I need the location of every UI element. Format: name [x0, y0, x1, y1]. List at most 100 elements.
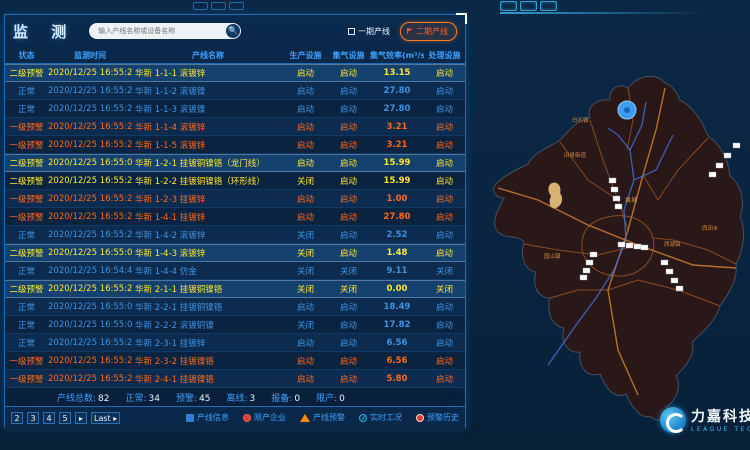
cell-time: 2020/12/25 16:55:24 — [48, 140, 132, 150]
white-marker[interactable] — [618, 242, 625, 247]
cell-time: 2020/12/25 16:55:24 — [48, 338, 132, 348]
white-marker[interactable] — [586, 260, 593, 265]
table-row[interactable]: 正常2020/12/25 16:55:24华新 2-3-1 挂镀锌启动启动6.5… — [5, 334, 465, 352]
white-marker[interactable] — [580, 275, 587, 280]
page-button[interactable]: 4 — [43, 412, 55, 424]
page-button[interactable]: 5 — [59, 412, 71, 424]
cell-time: 2020/12/25 16:55:24 — [48, 122, 132, 132]
dot-icon — [416, 414, 424, 422]
square-icon — [186, 414, 194, 422]
cell-status: 二级预警 — [5, 157, 48, 169]
search-box[interactable]: 🔍 — [89, 23, 241, 39]
page-button[interactable]: Last ▸ — [91, 412, 120, 424]
cell-time: 2020/12/25 16:55:24 — [48, 104, 132, 114]
legend-item[interactable]: 产线预警 — [300, 412, 345, 423]
table-row[interactable]: 二级预警2020/12/25 16:55:04华新 1-4-3 滚镀锌关闭启动1… — [5, 244, 465, 262]
cell-status: 正常 — [5, 103, 48, 115]
cell-eff: 3.21 — [370, 140, 424, 150]
cell-prod: 启动 — [284, 211, 327, 223]
legend-item[interactable]: 预警历史 — [416, 412, 459, 423]
cell-name: 华新 2-4-1 挂镀镍铬 — [132, 373, 284, 385]
table-row[interactable]: 二级预警2020/12/25 16:55:04华新 1-2-1 挂镀铜镍铬（龙门… — [5, 154, 465, 172]
page-button[interactable]: 3 — [27, 412, 39, 424]
cell-treat: 启动 — [424, 229, 465, 241]
table-row[interactable]: 正常2020/12/25 16:55:04华新 2-2-2 滚镀铜镍关闭启动17… — [5, 316, 465, 334]
cell-gas: 关闭 — [327, 265, 370, 277]
map-blue-marker-core — [624, 107, 630, 113]
table-row[interactable]: 一级预警2020/12/25 16:55:24华新 1-1-4 滚镀锌启动启动3… — [5, 118, 465, 136]
white-marker[interactable] — [611, 187, 618, 192]
pagination: 2345 ▸ Last ▸ — [11, 412, 120, 424]
column-header: 监测时间 — [48, 50, 132, 61]
table-row[interactable]: 正常2020/12/25 16:55:24华新 1-1-2 滚镀镍启动启动27.… — [5, 82, 465, 100]
legend-label: 预警历史 — [427, 412, 459, 423]
cell-status: 一级预警 — [5, 355, 48, 367]
white-marker[interactable] — [676, 286, 683, 291]
table-row[interactable]: 正常2020/12/25 16:55:24华新 1-1-3 滚镀镍启动启动27.… — [5, 100, 465, 118]
cell-prod: 关闭 — [284, 229, 327, 241]
white-marker[interactable] — [733, 143, 740, 148]
legend-item[interactable]: 产线信息 — [186, 412, 229, 423]
deco-segment-boxes-left — [193, 2, 244, 10]
search-input[interactable] — [89, 27, 217, 35]
white-marker[interactable] — [583, 268, 590, 273]
white-marker[interactable] — [709, 172, 716, 177]
table-row[interactable]: 正常2020/12/25 16:55:04华新 2-2-1 挂镀铜镍铬启动启动1… — [5, 298, 465, 316]
white-marker[interactable] — [609, 178, 616, 183]
cell-gas: 启动 — [327, 301, 370, 313]
table-row[interactable]: 一级预警2020/12/25 16:55:24华新 1-4-1 挂镀锌启动启动2… — [5, 208, 465, 226]
cell-gas: 启动 — [327, 139, 370, 151]
cell-prod: 关闭 — [284, 283, 327, 295]
phase2-button[interactable]: 二期产线 — [400, 22, 457, 41]
table-row[interactable]: 正常2020/12/25 16:54:44华新 1-4-4 仿金关闭关闭9.11… — [5, 262, 465, 280]
white-marker[interactable] — [671, 278, 678, 283]
page-button[interactable]: ▸ — [75, 412, 87, 424]
cell-gas: 关闭 — [327, 283, 370, 295]
cell-time: 2020/12/25 16:55:04 — [48, 158, 132, 168]
cell-name: 华新 1-1-4 滚镀锌 — [132, 121, 284, 133]
cell-name: 华新 1-4-3 滚镀锌 — [132, 247, 284, 259]
table-row[interactable]: 二级预警2020/12/25 16:55:24华新 1-2-2 挂镀铜镍铬（环形… — [5, 172, 465, 190]
legend-item[interactable]: 实时工况 — [359, 412, 402, 423]
cell-time: 2020/12/25 16:55:24 — [48, 374, 132, 384]
white-marker[interactable] — [716, 163, 723, 168]
white-marker[interactable] — [590, 252, 597, 257]
cell-prod: 启动 — [284, 121, 327, 133]
table-row[interactable]: 二级预警2020/12/25 16:55:24华新 1-1-1 滚镀锌启动启动1… — [5, 64, 465, 82]
white-marker[interactable] — [641, 245, 648, 250]
flag-icon — [407, 28, 413, 34]
white-marker[interactable] — [661, 260, 668, 265]
cell-treat: 启动 — [424, 67, 465, 79]
cell-prod: 启动 — [284, 373, 327, 385]
white-marker[interactable] — [666, 269, 673, 274]
cell-treat: 启动 — [424, 301, 465, 313]
logo-name-cn: 力嘉科技 — [691, 406, 750, 426]
cell-status: 正常 — [5, 229, 48, 241]
cell-prod: 关闭 — [284, 319, 327, 331]
white-marker[interactable] — [626, 243, 633, 248]
table-row[interactable]: 一级预警2020/12/25 16:55:24华新 1-2-3 挂镀锌启动启动1… — [5, 190, 465, 208]
table-row[interactable]: 一级预警2020/12/25 16:55:24华新 1-1-5 滚镀锌启动启动3… — [5, 136, 465, 154]
phase1-checkbox[interactable]: 一期产线 — [348, 26, 390, 37]
white-marker[interactable] — [615, 204, 622, 209]
table-row[interactable]: 一级预警2020/12/25 16:55:24华新 2-3-2 挂镀镍铬启动启动… — [5, 352, 465, 370]
search-icon[interactable]: 🔍 — [226, 24, 240, 38]
cell-gas: 启动 — [327, 211, 370, 223]
cell-gas: 启动 — [327, 193, 370, 205]
table-row[interactable]: 正常2020/12/25 16:55:24华新 1-4-2 滚镀锌关闭启动2.5… — [5, 226, 465, 244]
white-marker[interactable] — [634, 244, 641, 249]
cell-name: 华新 1-2-2 挂镀铜镍铬（环形线） — [132, 175, 284, 187]
table-row[interactable]: 二级预警2020/12/25 16:55:24华新 2-1-1 挂镀铜镍铬关闭关… — [5, 280, 465, 298]
checkbox-icon[interactable] — [348, 28, 355, 35]
cell-gas: 启动 — [327, 103, 370, 115]
cell-treat: 启动 — [424, 121, 465, 133]
legend-item[interactable]: 限产企业 — [243, 412, 286, 423]
table-row[interactable]: 一级预警2020/12/25 16:55:24华新 2-4-1 挂镀镍铬启动启动… — [5, 370, 465, 388]
summary-bar: 产线总数:82正常:34预警:45离线:3报备:0限产:0 — [5, 389, 465, 406]
white-marker[interactable] — [724, 153, 731, 158]
city-map[interactable]: 白石镇旧县街道县城西田乡西湖镇园山镇 — [468, 40, 750, 450]
page-button[interactable]: 2 — [11, 412, 23, 424]
white-marker[interactable] — [613, 196, 620, 201]
summary-item: 报备:0 — [271, 391, 300, 404]
cell-prod: 启动 — [284, 139, 327, 151]
